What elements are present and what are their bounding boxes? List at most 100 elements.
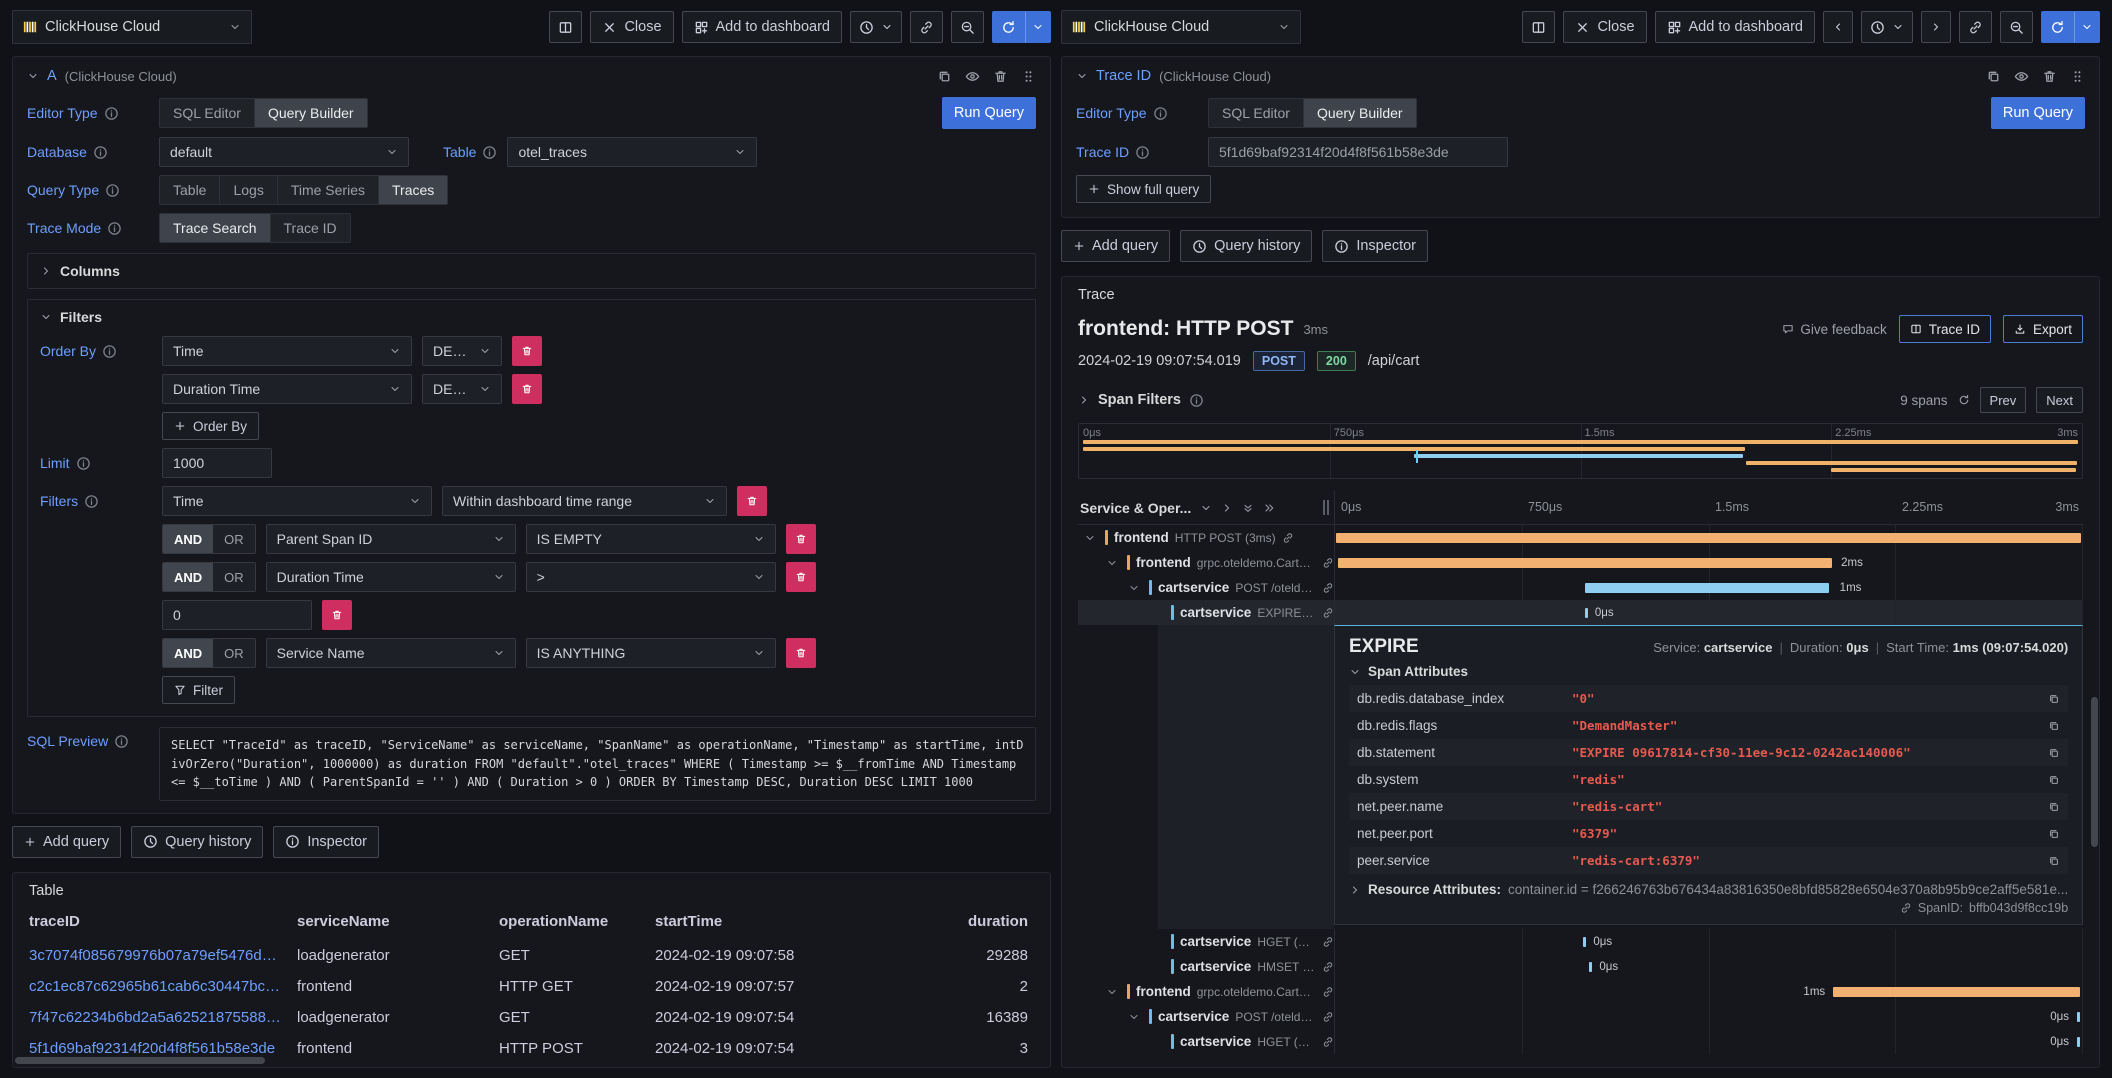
inspector-button[interactable]: Inspector <box>273 826 379 858</box>
info-icon[interactable] <box>1153 106 1168 121</box>
drag-query-icon[interactable] <box>1021 69 1036 84</box>
drag-query-icon[interactable] <box>2070 69 2085 84</box>
column-header-duration[interactable]: duration <box>871 913 1034 930</box>
time-shift-forward-button[interactable] <box>1921 11 1951 43</box>
refresh-interval-dropdown[interactable] <box>2074 11 2100 43</box>
trace-id-link[interactable]: c2c1ec87c62965b61cab6c30447bc13d <box>29 978 297 995</box>
span-row[interactable]: cartservice POST /oteldem... 0μs <box>1078 1004 2083 1029</box>
remove-filter-button[interactable] <box>737 486 767 516</box>
collapse-span-icon[interactable] <box>1106 557 1121 569</box>
duplicate-query-icon[interactable] <box>1986 69 2001 84</box>
panel-layout-button[interactable] <box>1522 11 1555 43</box>
give-feedback-link[interactable]: Give feedback <box>1782 322 1886 337</box>
query-type-timeseries-tab[interactable]: Time Series <box>277 176 378 204</box>
tree-header-label[interactable]: Service & Oper... <box>1080 500 1191 516</box>
copy-icon[interactable] <box>2030 855 2060 867</box>
order-by-direction-select[interactable]: DESC <box>422 336 502 366</box>
copy-icon[interactable] <box>2030 747 2060 759</box>
remove-filter-button[interactable] <box>322 600 352 630</box>
column-resize-handle[interactable] <box>1323 500 1329 515</box>
time-picker-button[interactable] <box>1861 11 1913 43</box>
filter-value-input[interactable] <box>162 600 312 630</box>
copy-icon[interactable] <box>2030 774 2060 786</box>
query-ref[interactable]: Trace ID <box>1096 68 1151 84</box>
column-header-operationname[interactable]: operationName <box>499 913 655 930</box>
filter-operator-select[interactable]: > <box>526 562 776 592</box>
query-history-button[interactable]: Query history <box>131 826 263 858</box>
zoom-out-icon[interactable] <box>951 11 984 43</box>
span-link-icon[interactable] <box>1322 961 1334 973</box>
trace-id-link[interactable]: 5f1d69baf92314f20d4f8f561b58e3de <box>29 1040 297 1057</box>
collapse-span-icon[interactable] <box>1084 532 1099 544</box>
span-row[interactable]: frontend HTTP POST (3ms) <box>1078 525 2083 550</box>
disable-query-icon[interactable] <box>2014 69 2029 84</box>
chevron-right-icon[interactable] <box>1078 394 1090 406</box>
query-type-traces-tab[interactable]: Traces <box>378 176 447 204</box>
next-span-button[interactable]: Next <box>2036 387 2083 413</box>
sql-editor-tab[interactable]: SQL Editor <box>160 99 254 127</box>
remove-filter-button[interactable] <box>786 524 816 554</box>
limit-input[interactable] <box>162 448 272 478</box>
span-link-icon[interactable] <box>1322 607 1334 619</box>
remove-filter-button[interactable] <box>786 638 816 668</box>
column-header-servicename[interactable]: serviceName <box>297 913 499 930</box>
trace-search-tab[interactable]: Trace Search <box>160 214 270 242</box>
resource-attributes-row[interactable]: Resource Attributes: container.id = f266… <box>1349 882 2068 897</box>
span-row[interactable]: frontend grpc.oteldemo.CartSer... 2ms <box>1078 550 2083 575</box>
trace-id-tab[interactable]: Trace ID <box>270 214 350 242</box>
query-type-table-tab[interactable]: Table <box>160 176 219 204</box>
filters-section-header[interactable]: Filters <box>28 300 1035 334</box>
or-option[interactable]: OR <box>213 639 255 667</box>
datasource-picker[interactable]: ClickHouse Cloud <box>1061 10 1301 44</box>
export-button[interactable]: Export <box>2003 315 2083 343</box>
query-ref[interactable]: A <box>47 68 57 84</box>
collapse-span-icon[interactable] <box>1106 986 1121 998</box>
info-icon[interactable] <box>1135 145 1150 160</box>
collapse-span-icon[interactable] <box>1128 1011 1143 1023</box>
reset-filters-icon[interactable] <box>1958 394 1970 406</box>
copy-icon[interactable] <box>2030 693 2060 705</box>
share-link-icon[interactable] <box>910 11 943 43</box>
vertical-scrollbar[interactable] <box>2091 697 2098 847</box>
duplicate-query-icon[interactable] <box>937 69 952 84</box>
order-by-field-select[interactable]: Duration Time <box>162 374 412 404</box>
query-history-button[interactable]: Query history <box>1180 230 1312 262</box>
span-row[interactable]: frontend grpc.oteldemo.CartSer... 1ms <box>1078 979 2083 1004</box>
span-link-icon[interactable] <box>1322 936 1334 948</box>
span-link-icon[interactable] <box>1322 582 1334 594</box>
time-shift-back-button[interactable] <box>1823 11 1853 43</box>
and-option[interactable]: AND <box>163 525 213 553</box>
add-order-by-button[interactable]: Order By <box>162 412 259 440</box>
refresh-button[interactable] <box>992 11 1025 43</box>
column-header-starttime[interactable]: startTime <box>655 913 871 930</box>
or-option[interactable]: OR <box>213 563 255 591</box>
query-builder-tab[interactable]: Query Builder <box>254 99 367 127</box>
span-row[interactable]: cartservice HGET (0μs) 0μs <box>1078 929 2083 954</box>
info-icon[interactable] <box>114 734 129 749</box>
span-link-icon[interactable] <box>1322 986 1334 998</box>
prev-span-button[interactable]: Prev <box>1980 387 2027 413</box>
span-link-icon[interactable] <box>1322 557 1334 569</box>
add-to-dashboard-button[interactable]: Add to dashboard <box>1655 11 1815 43</box>
table-select[interactable]: otel_traces <box>507 137 757 167</box>
filter-operator-select[interactable]: IS EMPTY <box>526 524 776 554</box>
info-icon[interactable] <box>107 221 122 236</box>
add-filter-button[interactable]: Filter <box>162 676 235 704</box>
trace-id-link[interactable]: 7f47c62234b6bd2a5a62521875588bd4 <box>29 1009 297 1026</box>
filter-field-select[interactable]: Time <box>162 486 432 516</box>
link-icon[interactable] <box>1900 902 1912 914</box>
refresh-interval-dropdown[interactable] <box>1025 11 1051 43</box>
chevron-down-icon[interactable] <box>1200 502 1212 514</box>
info-icon[interactable] <box>1189 393 1204 408</box>
delete-query-icon[interactable] <box>2042 69 2057 84</box>
info-icon[interactable] <box>76 456 91 471</box>
remove-order-by-button[interactable] <box>512 374 542 404</box>
sql-editor-tab[interactable]: SQL Editor <box>1209 99 1303 127</box>
and-option[interactable]: AND <box>163 563 213 591</box>
collapse-query-icon[interactable] <box>1076 70 1088 82</box>
add-query-button[interactable]: Add query <box>1061 230 1170 262</box>
add-query-button[interactable]: Add query <box>12 826 121 858</box>
order-by-field-select[interactable]: Time <box>162 336 412 366</box>
span-row[interactable]: cartservice HGET (0μs) 0μs <box>1078 1029 2083 1054</box>
span-filters-label[interactable]: Span Filters <box>1098 392 1181 408</box>
